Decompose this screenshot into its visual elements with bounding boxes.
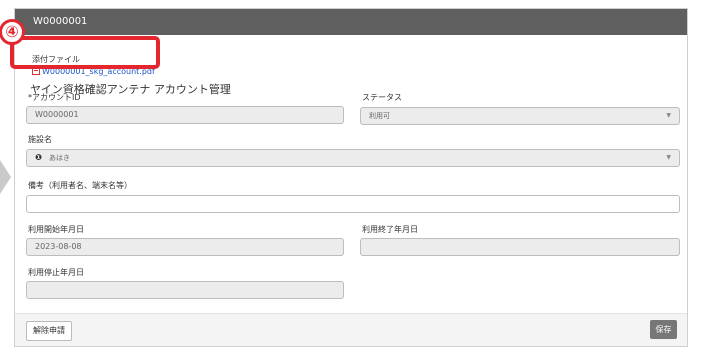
account-id-value: W0000001 (35, 110, 79, 119)
info-icon: ❶ (35, 153, 42, 162)
previous-step-arrow (0, 160, 11, 194)
attachment-highlight-box (10, 36, 160, 69)
chevron-down-icon: ▼ (666, 154, 671, 161)
facility-label: 施設名 (28, 135, 52, 144)
end-date-label: 利用終了年月日 (362, 225, 418, 234)
account-id-field: W0000001 (26, 106, 344, 124)
panel-footer: 解除申請 保存 (15, 313, 687, 346)
status-select: 利用可 ▼ (360, 107, 680, 125)
account-id-label: *アカウントID (28, 93, 81, 102)
facility-select[interactable]: ❶ あはき ▼ (26, 149, 680, 167)
status-value: 利用可 (369, 112, 390, 120)
end-date-field (360, 238, 680, 256)
stop-date-field (26, 281, 344, 299)
start-date-label: 利用開始年月日 (28, 225, 84, 234)
stop-date-label: 利用停止年月日 (28, 268, 84, 277)
release-request-button[interactable]: 解除申請 (26, 321, 72, 341)
status-label: ステータス (362, 93, 402, 102)
panel-title: W0000001 (33, 16, 88, 27)
remarks-input[interactable] (26, 195, 680, 213)
remarks-label: 備考（利用者名、端末名等） (28, 181, 132, 190)
facility-value: あはき (49, 154, 70, 162)
start-date-value: 2023-08-08 (35, 242, 82, 251)
chevron-down-icon: ▼ (666, 112, 671, 119)
panel-header: W0000001 (15, 9, 687, 35)
step-number-badge: ④ (0, 19, 25, 45)
start-date-field: 2023-08-08 (26, 238, 344, 256)
save-button[interactable]: 保存 (650, 320, 677, 339)
